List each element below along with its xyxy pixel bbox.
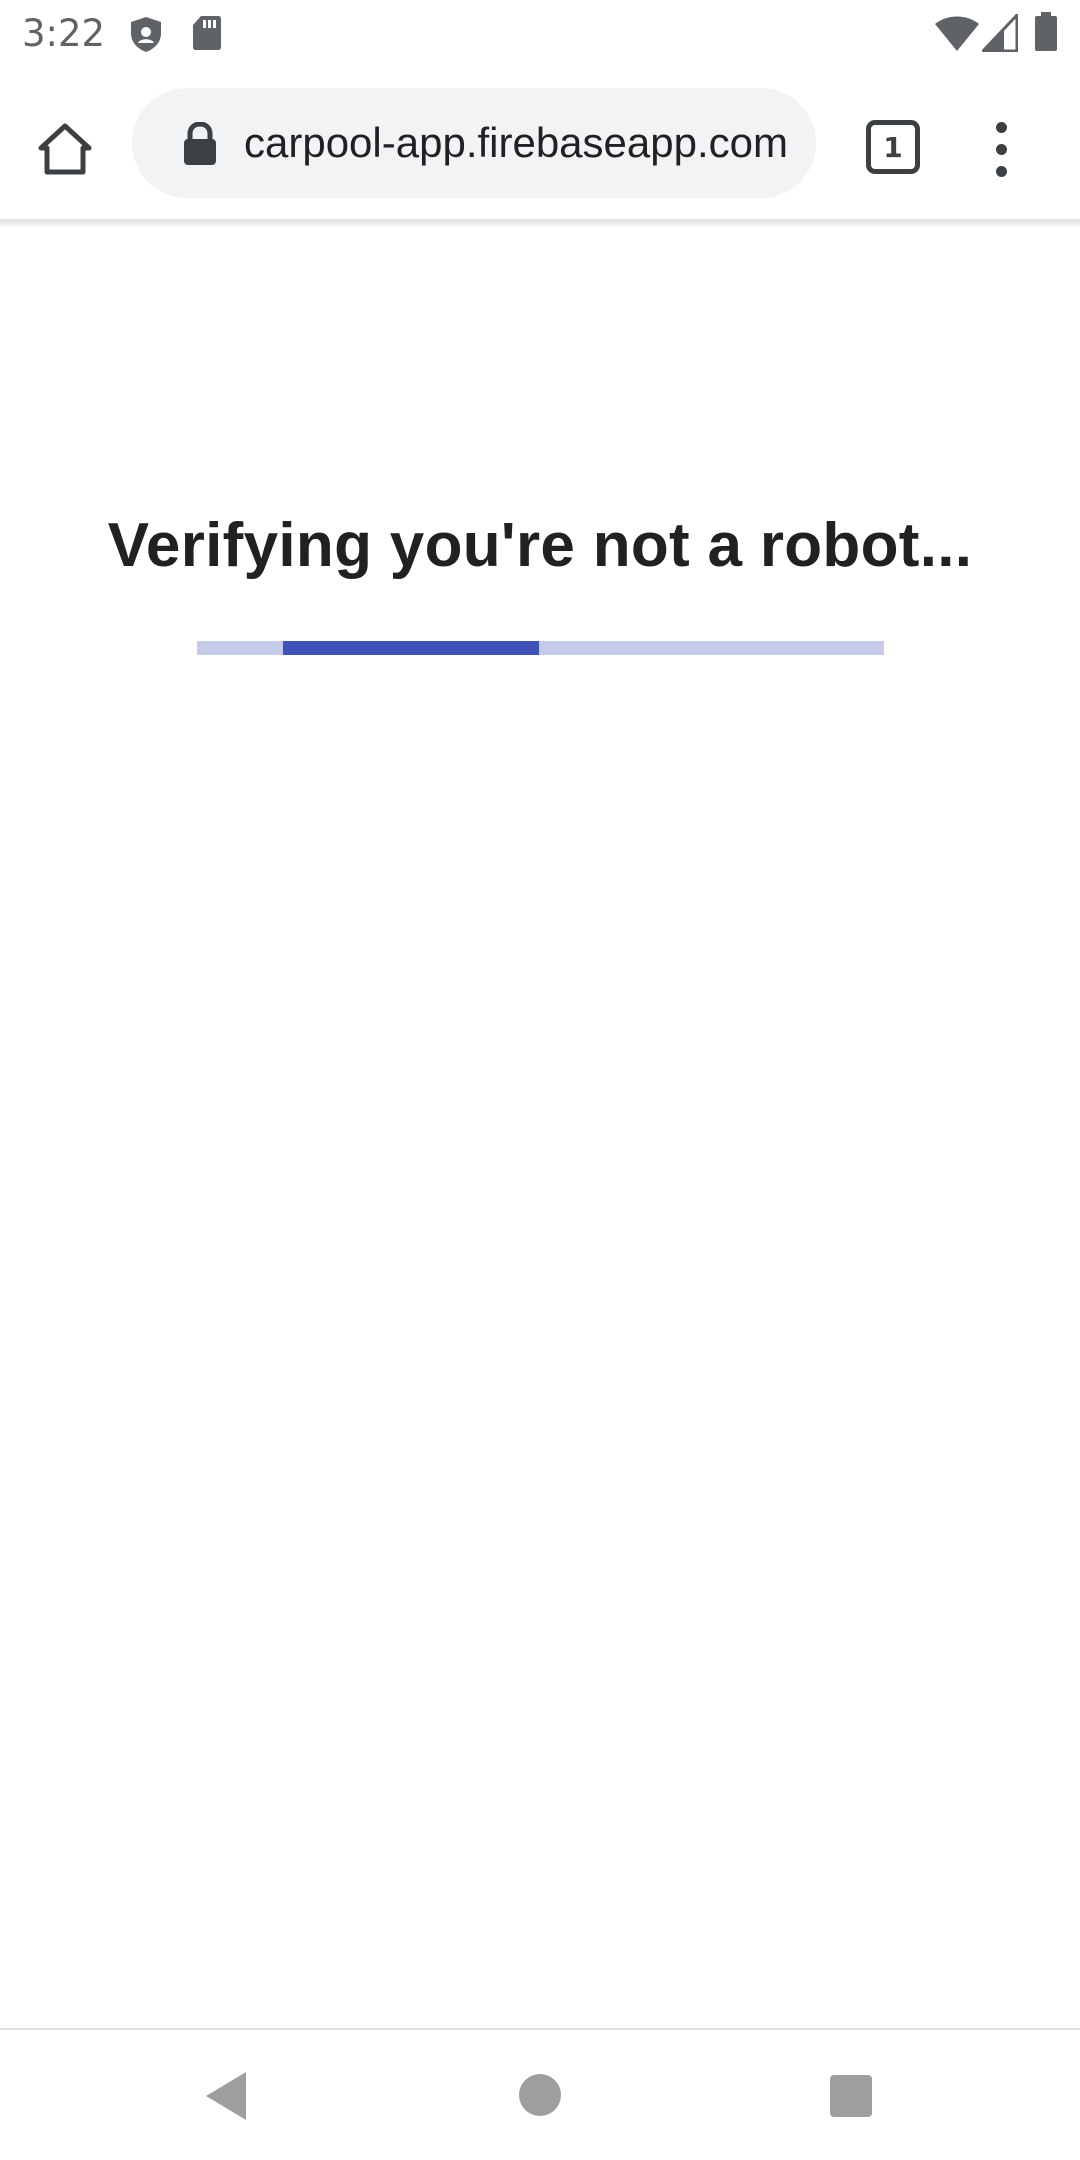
tab-count: 1 <box>883 130 903 164</box>
navigation-bar <box>0 2028 1080 2160</box>
browser-toolbar: carpool-app.firebaseapp.com 1 <box>0 68 1080 220</box>
tab-switcher-button[interactable]: 1 <box>862 116 920 174</box>
cellular-signal-icon <box>982 14 1018 52</box>
url-text[interactable]: carpool-app.firebaseapp.com <box>244 88 794 198</box>
tab-switcher-icon: 1 <box>866 120 920 174</box>
home-circle-icon[interactable] <box>519 2074 561 2116</box>
more-vert-icon[interactable] <box>976 114 1028 184</box>
back-icon[interactable] <box>204 2070 248 2122</box>
home-icon <box>38 123 92 175</box>
status-bar: 3:22 <box>0 0 1080 68</box>
progress-indicator <box>283 641 539 655</box>
home-button[interactable] <box>22 106 108 192</box>
status-time: 3:22 <box>22 12 106 55</box>
sd-card-icon <box>193 16 221 50</box>
wifi-icon <box>935 16 979 51</box>
page-title: Verifying you're not a robot... <box>107 511 973 580</box>
battery-icon <box>1035 12 1057 51</box>
recents-icon[interactable] <box>830 2075 872 2117</box>
lock-icon[interactable] <box>180 122 220 166</box>
toolbar-shadow <box>0 219 1080 229</box>
address-bar[interactable]: carpool-app.firebaseapp.com <box>132 88 816 198</box>
progress-bar <box>197 641 884 655</box>
shield-icon <box>131 17 161 52</box>
